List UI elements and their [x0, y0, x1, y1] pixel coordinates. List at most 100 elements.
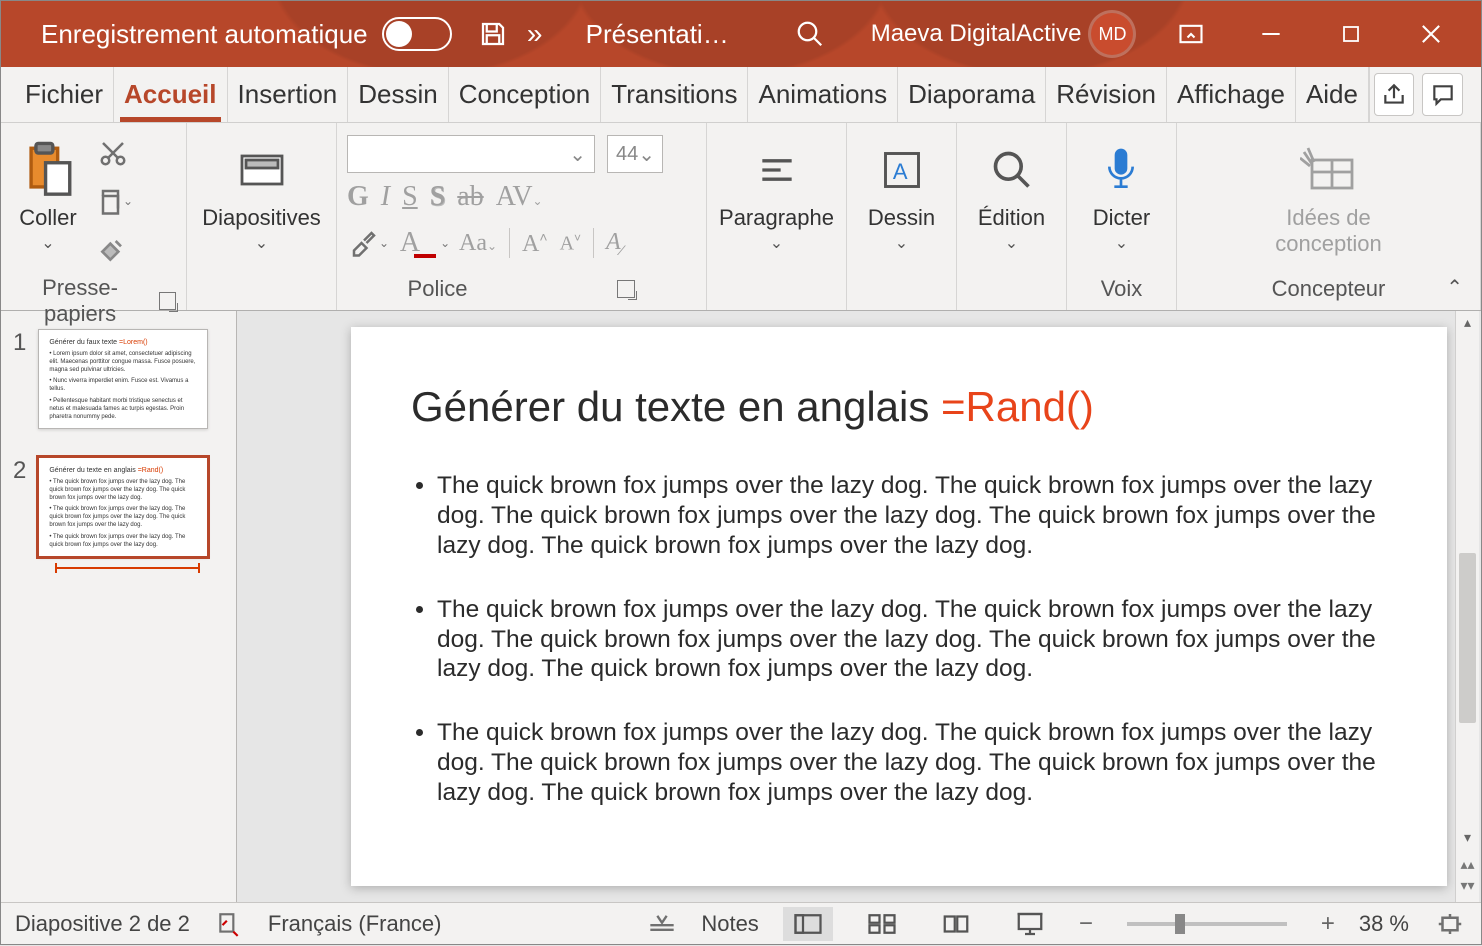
tab-animations[interactable]: Animations	[748, 67, 898, 122]
group-slides: Diapositives ⌄	[187, 123, 337, 310]
language-label[interactable]: Français (France)	[268, 911, 442, 937]
slide-thumbnails-panel[interactable]: 1 Générer du faux texte =Lorem() • Lorem…	[1, 311, 237, 902]
tab-transitions[interactable]: Transitions	[601, 67, 748, 122]
next-slide-icon[interactable]: ▾▾	[1460, 877, 1474, 894]
ribbon: Coller ⌄ ⌄ Presse-papiers Diapositives ⌄…	[1, 123, 1481, 311]
scroll-up-icon[interactable]: ▴	[1464, 311, 1471, 333]
chevron-down-icon: ⌄	[770, 233, 783, 253]
designer-label1: Idées de	[1286, 205, 1370, 231]
slides-button[interactable]: Diapositives ⌄	[194, 131, 329, 257]
slide-body[interactable]: The quick brown fox jumps over the lazy …	[411, 471, 1387, 808]
shadow-icon[interactable]: S	[430, 181, 446, 213]
dictate-label: Dicter	[1093, 205, 1150, 231]
format-painter-icon[interactable]	[91, 227, 135, 271]
reading-view-icon[interactable]	[931, 907, 981, 941]
paragraph-button[interactable]: Paragraphe ⌄	[711, 131, 842, 257]
ribbon-display-icon[interactable]	[1171, 13, 1211, 55]
slide-canvas[interactable]: Générer du texte en anglais =Rand() The …	[351, 327, 1447, 886]
tab-insert[interactable]: Insertion	[228, 67, 349, 122]
group-paragraph: Paragraphe ⌄	[707, 123, 847, 310]
tab-file[interactable]: Fichier	[15, 67, 114, 122]
bullet-3[interactable]: The quick brown fox jumps over the lazy …	[437, 718, 1387, 808]
chevron-down-icon: ⌄	[895, 233, 908, 253]
zoom-out-icon[interactable]: −	[1079, 910, 1093, 938]
title-bar: Enregistrement automatique » Présentati……	[1, 1, 1481, 67]
tab-view[interactable]: Affichage	[1167, 67, 1296, 122]
voice-group-label: Voix	[1101, 276, 1143, 302]
thumb-number: 1	[13, 329, 26, 357]
notes-icon[interactable]	[647, 902, 677, 946]
slide-nav[interactable]: ▴▴ ▾▾	[1455, 848, 1479, 902]
prev-slide-icon[interactable]: ▴▴	[1460, 856, 1474, 873]
fit-window-icon[interactable]	[1433, 902, 1467, 946]
italic-icon[interactable]: I	[381, 181, 390, 213]
thumbnail-1[interactable]: 1 Générer du faux texte =Lorem() • Lorem…	[13, 329, 224, 429]
comments-button[interactable]	[1422, 73, 1463, 116]
sorter-view-icon[interactable]	[857, 907, 907, 941]
font-size-combo[interactable]: 44⌄	[607, 135, 663, 173]
ribbon-tabs: Fichier Accueil Insertion Dessin Concept…	[1, 67, 1481, 123]
tab-slideshow[interactable]: Diaporama	[898, 67, 1046, 122]
dictate-button[interactable]: Dicter ⌄	[1085, 131, 1158, 257]
chevron-down-icon: ⌄	[1115, 233, 1128, 253]
bullet-1[interactable]: The quick brown fox jumps over the lazy …	[437, 471, 1387, 561]
underline-icon[interactable]: S	[402, 181, 418, 213]
font-color-icon[interactable]: A⌄	[403, 221, 447, 265]
copy-icon[interactable]: ⌄	[91, 179, 135, 223]
slide-editor[interactable]: Générer du texte en anglais =Rand() The …	[237, 311, 1481, 902]
editing-button[interactable]: Édition ⌄	[970, 131, 1053, 257]
share-button[interactable]	[1374, 73, 1415, 116]
status-bar: Diapositive 2 de 2 Français (France) Not…	[1, 902, 1481, 944]
tab-design[interactable]: Conception	[449, 67, 602, 122]
collapse-ribbon-icon[interactable]: ⌃	[1446, 275, 1463, 300]
slideshow-view-icon[interactable]	[1005, 907, 1055, 941]
paragraph-label: Paragraphe	[719, 205, 834, 231]
drawing-button[interactable]: A Dessin ⌄	[860, 131, 943, 257]
close-icon[interactable]	[1411, 13, 1451, 55]
bold-icon[interactable]: G	[347, 181, 369, 213]
thumbnail-2[interactable]: 2 Générer du texte en anglais =Rand() • …	[13, 457, 224, 557]
zoom-in-icon[interactable]: +	[1321, 910, 1335, 938]
notes-label[interactable]: Notes	[701, 911, 758, 937]
tab-draw[interactable]: Dessin	[348, 67, 448, 122]
zoom-value[interactable]: 38 %	[1359, 911, 1409, 937]
slide-counter[interactable]: Diapositive 2 de 2	[15, 911, 190, 937]
shrink-font-icon[interactable]: A˅	[560, 231, 581, 256]
char-spacing-icon[interactable]: AV⌄	[496, 181, 543, 213]
font-launcher-icon[interactable]	[617, 280, 635, 298]
slide-title[interactable]: Générer du texte en anglais =Rand()	[411, 383, 1387, 431]
highlight-icon[interactable]: ⌄	[347, 221, 391, 265]
cut-icon[interactable]	[91, 131, 135, 175]
maximize-icon[interactable]	[1331, 13, 1371, 55]
font-name-combo[interactable]: ⌄	[347, 135, 595, 173]
normal-view-icon[interactable]	[783, 907, 833, 941]
accessibility-icon[interactable]	[214, 902, 244, 946]
scroll-thumb[interactable]	[1459, 553, 1476, 723]
autosave-toggle[interactable]	[382, 17, 452, 51]
document-title[interactable]: Présentati…	[586, 19, 729, 50]
vertical-scrollbar[interactable]: ▴ ▾	[1455, 311, 1479, 848]
clipboard-group-label: Presse-papiers	[11, 275, 149, 327]
paste-button[interactable]: Coller ⌄	[11, 131, 85, 257]
clipboard-launcher-icon[interactable]	[159, 292, 176, 310]
tab-help[interactable]: Aide	[1296, 67, 1369, 122]
change-case-icon[interactable]: Aa⌄	[459, 230, 497, 257]
bullet-2[interactable]: The quick brown fox jumps over the lazy …	[437, 595, 1387, 685]
chevron-down-icon: ⌄	[41, 233, 54, 253]
group-designer: Idées de conception Concepteur	[1177, 123, 1481, 310]
editing-label: Édition	[978, 205, 1045, 231]
more-qa-icon[interactable]: »	[514, 13, 556, 55]
minimize-icon[interactable]	[1251, 13, 1291, 55]
clear-format-icon[interactable]: A⁄	[606, 229, 623, 258]
user-avatar[interactable]: MD	[1091, 13, 1133, 55]
grow-font-icon[interactable]: A˄	[522, 229, 548, 258]
save-icon[interactable]	[472, 13, 514, 55]
search-icon[interactable]	[789, 13, 831, 55]
tab-home[interactable]: Accueil	[114, 67, 228, 122]
scroll-down-icon[interactable]: ▾	[1464, 826, 1471, 848]
zoom-slider[interactable]	[1127, 922, 1287, 926]
user-name[interactable]: Maeva DigitalActive	[871, 20, 1082, 48]
design-ideas-button[interactable]: Idées de conception	[1267, 131, 1389, 261]
tab-review[interactable]: Révision	[1046, 67, 1167, 122]
strike-icon[interactable]: ab	[457, 181, 483, 213]
